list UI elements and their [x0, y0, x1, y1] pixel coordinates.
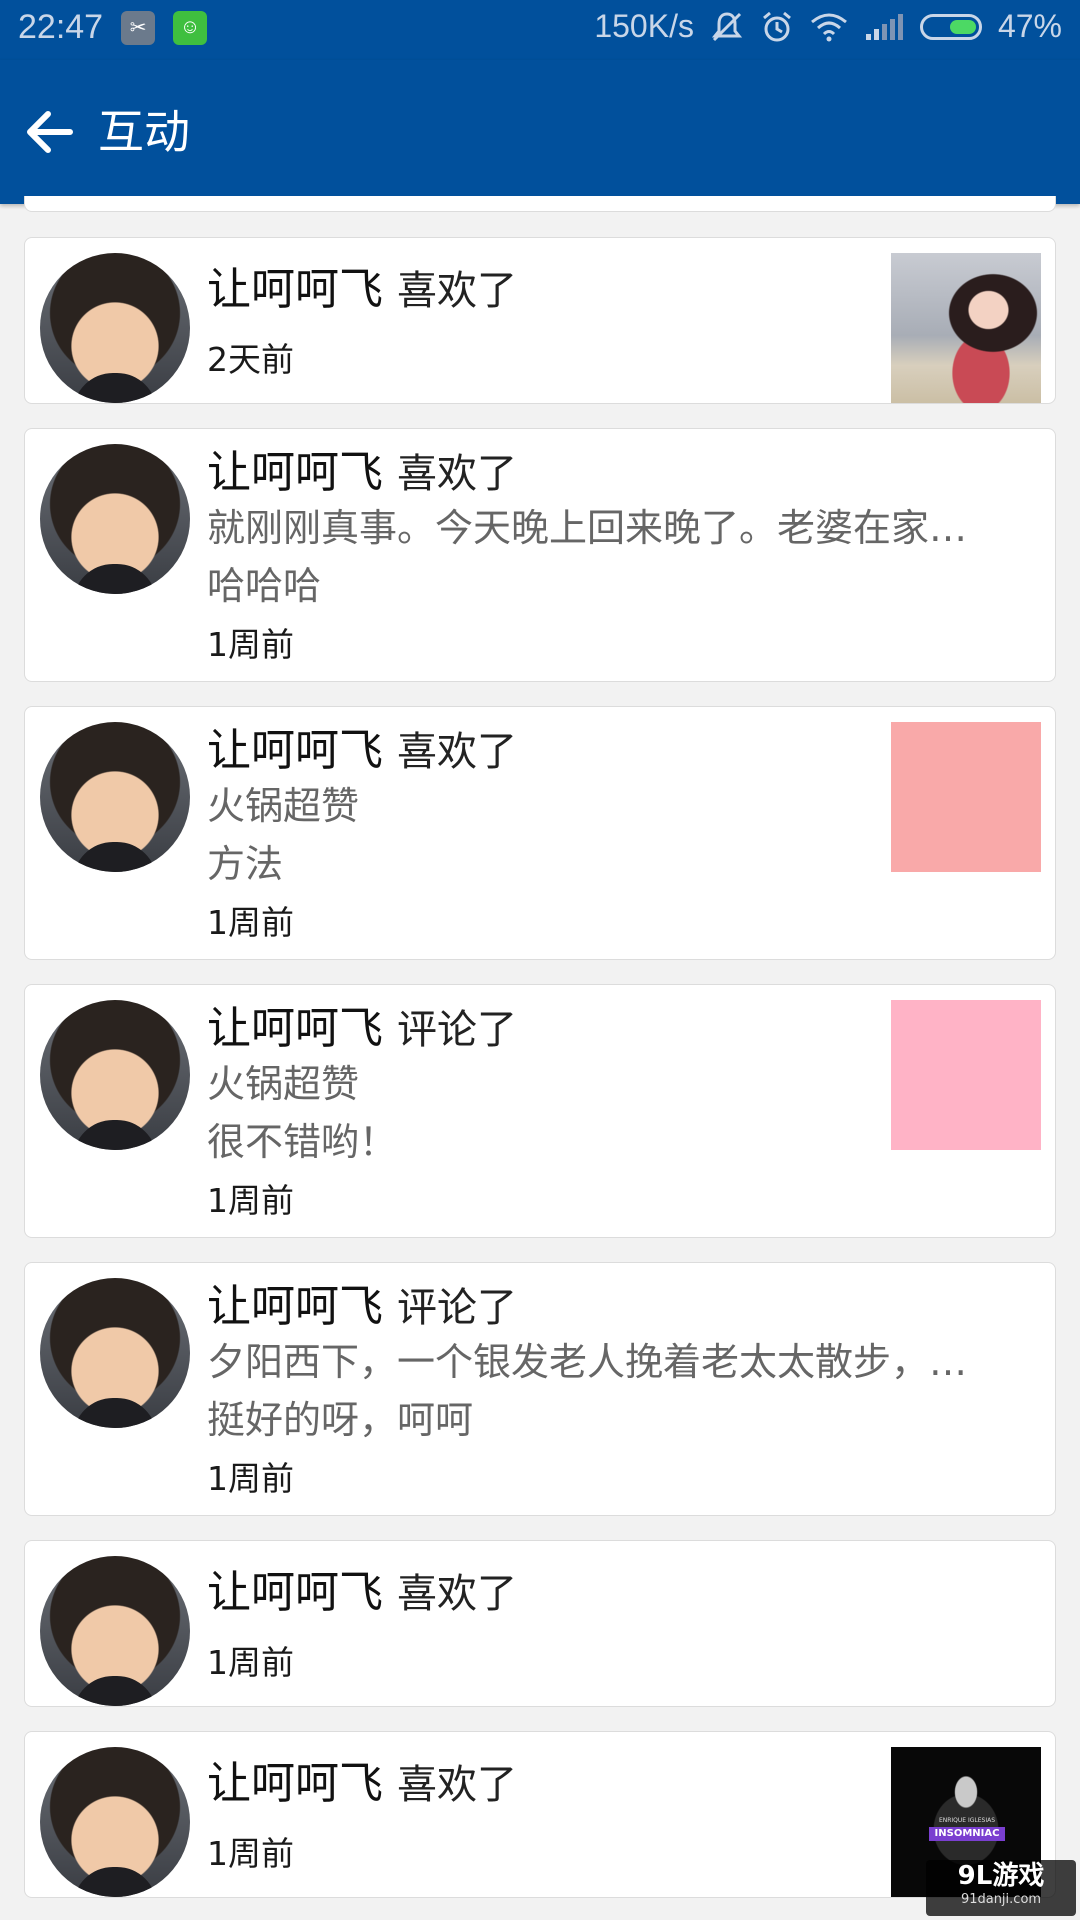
list-item[interactable]: 让呵呵飞 喜欢了 2天前: [24, 237, 1056, 404]
item-time: 1周前: [207, 1643, 294, 1682]
mute-icon: [711, 11, 743, 41]
post-excerpt: 就刚刚真事。今天晚上回来晚了。老婆在家…: [207, 506, 968, 550]
watermark-url: 91danji.com: [960, 1892, 1042, 1907]
post-thumbnail[interactable]: [891, 722, 1041, 872]
avatar[interactable]: [40, 1747, 190, 1897]
item-time: 1周前: [207, 1181, 294, 1220]
post-thumbnail[interactable]: [891, 253, 1041, 403]
site-watermark: 9L游戏 91danji.com: [926, 1860, 1076, 1916]
avatar[interactable]: [40, 253, 190, 403]
alarm-icon: [762, 11, 791, 41]
app-icon-1: ✂: [121, 10, 156, 45]
user-name[interactable]: 让呵呵飞: [207, 1281, 383, 1332]
avatar[interactable]: [40, 1000, 190, 1150]
user-name[interactable]: 让呵呵飞: [207, 1567, 383, 1618]
avatar[interactable]: [40, 444, 190, 594]
action-text: 喜欢了: [397, 451, 517, 497]
user-name[interactable]: 让呵呵飞: [207, 1003, 383, 1054]
avatar[interactable]: [40, 1556, 190, 1706]
status-time: 22:47: [18, 8, 104, 46]
list-item-partial: [24, 196, 1056, 212]
action-text: 喜欢了: [397, 1571, 517, 1617]
item-time: 1周前: [207, 1834, 294, 1873]
user-name[interactable]: 让呵呵飞: [207, 725, 383, 776]
battery-icon: [919, 13, 982, 40]
item-title: 让呵呵飞 喜欢了: [207, 1756, 517, 1813]
list-item[interactable]: 让呵呵飞 喜欢了 1周前: [24, 1540, 1056, 1707]
user-name[interactable]: 让呵呵飞: [207, 1758, 383, 1809]
status-bar: 22:47 ✂ ☺ 150K/s 47%: [0, 0, 1080, 60]
action-text: 喜欢了: [397, 268, 517, 314]
action-text: 评论了: [397, 1007, 517, 1053]
item-title: 让呵呵飞 喜欢了: [207, 723, 517, 780]
action-text: 喜欢了: [397, 1762, 517, 1808]
list-item[interactable]: 让呵呵飞 喜欢了 就刚刚真事。今天晚上回来晚了。老婆在家… 哈哈哈 1周前: [24, 428, 1056, 682]
list-item[interactable]: 让呵呵飞 评论了 夕阳西下，一个银发老人挽着老太太散步，… 挺好的呀，呵呵 1周前: [24, 1262, 1056, 1516]
wifi-icon: [811, 13, 847, 41]
network-speed: 150K/s: [594, 8, 694, 44]
comment-text: 很不错哟！: [207, 1120, 398, 1164]
album-artist: ENRIQUE IGLESIAS: [938, 1817, 996, 1824]
item-title: 让呵呵飞 评论了: [207, 1279, 517, 1336]
back-button[interactable]: [14, 96, 86, 168]
item-time: 1周前: [207, 625, 294, 664]
app-bar: 互动: [0, 60, 1080, 204]
list-item[interactable]: 让呵呵飞 评论了 火锅超赞 很不错哟！ 1周前: [24, 984, 1056, 1238]
arrow-left-icon: [27, 111, 73, 153]
album-title: INSOMNIAC: [929, 1827, 1005, 1841]
post-thumbnail[interactable]: [891, 1000, 1041, 1150]
item-title: 让呵呵飞 喜欢了: [207, 262, 517, 319]
signal-icon: [865, 13, 903, 40]
action-text: 评论了: [397, 1285, 517, 1331]
item-title: 让呵呵飞 喜欢了: [207, 445, 517, 502]
list-item[interactable]: 让呵呵飞 喜欢了 1周前 ENRIQUE IGLESIAS INSOMNIAC: [24, 1731, 1056, 1898]
comment-text: 方法: [207, 842, 284, 886]
watermark-logo: 9L游戏: [957, 1861, 1045, 1891]
item-time: 1周前: [207, 903, 294, 942]
avatar[interactable]: [40, 722, 190, 872]
battery-percent: 47%: [997, 8, 1062, 44]
item-title: 让呵呵飞 喜欢了: [207, 1565, 517, 1622]
item-title: 让呵呵飞 评论了: [207, 1001, 517, 1058]
avatar[interactable]: [40, 1278, 190, 1428]
comment-text: 挺好的呀，呵呵: [207, 1398, 474, 1442]
post-excerpt: 火锅超赞: [207, 1062, 360, 1106]
user-name[interactable]: 让呵呵飞: [207, 264, 383, 315]
item-time: 2天前: [207, 340, 294, 379]
item-time: 1周前: [207, 1459, 294, 1498]
action-text: 喜欢了: [397, 729, 517, 775]
comment-text: 哈哈哈: [207, 564, 322, 608]
user-name[interactable]: 让呵呵飞: [207, 447, 383, 498]
android-icon: ☺: [173, 10, 208, 45]
post-excerpt: 夕阳西下，一个银发老人挽着老太太散步，…: [207, 1340, 968, 1384]
post-excerpt: 火锅超赞: [207, 784, 360, 828]
list-item[interactable]: 让呵呵飞 喜欢了 火锅超赞 方法 1周前: [24, 706, 1056, 960]
page-title: 互动: [98, 105, 190, 159]
